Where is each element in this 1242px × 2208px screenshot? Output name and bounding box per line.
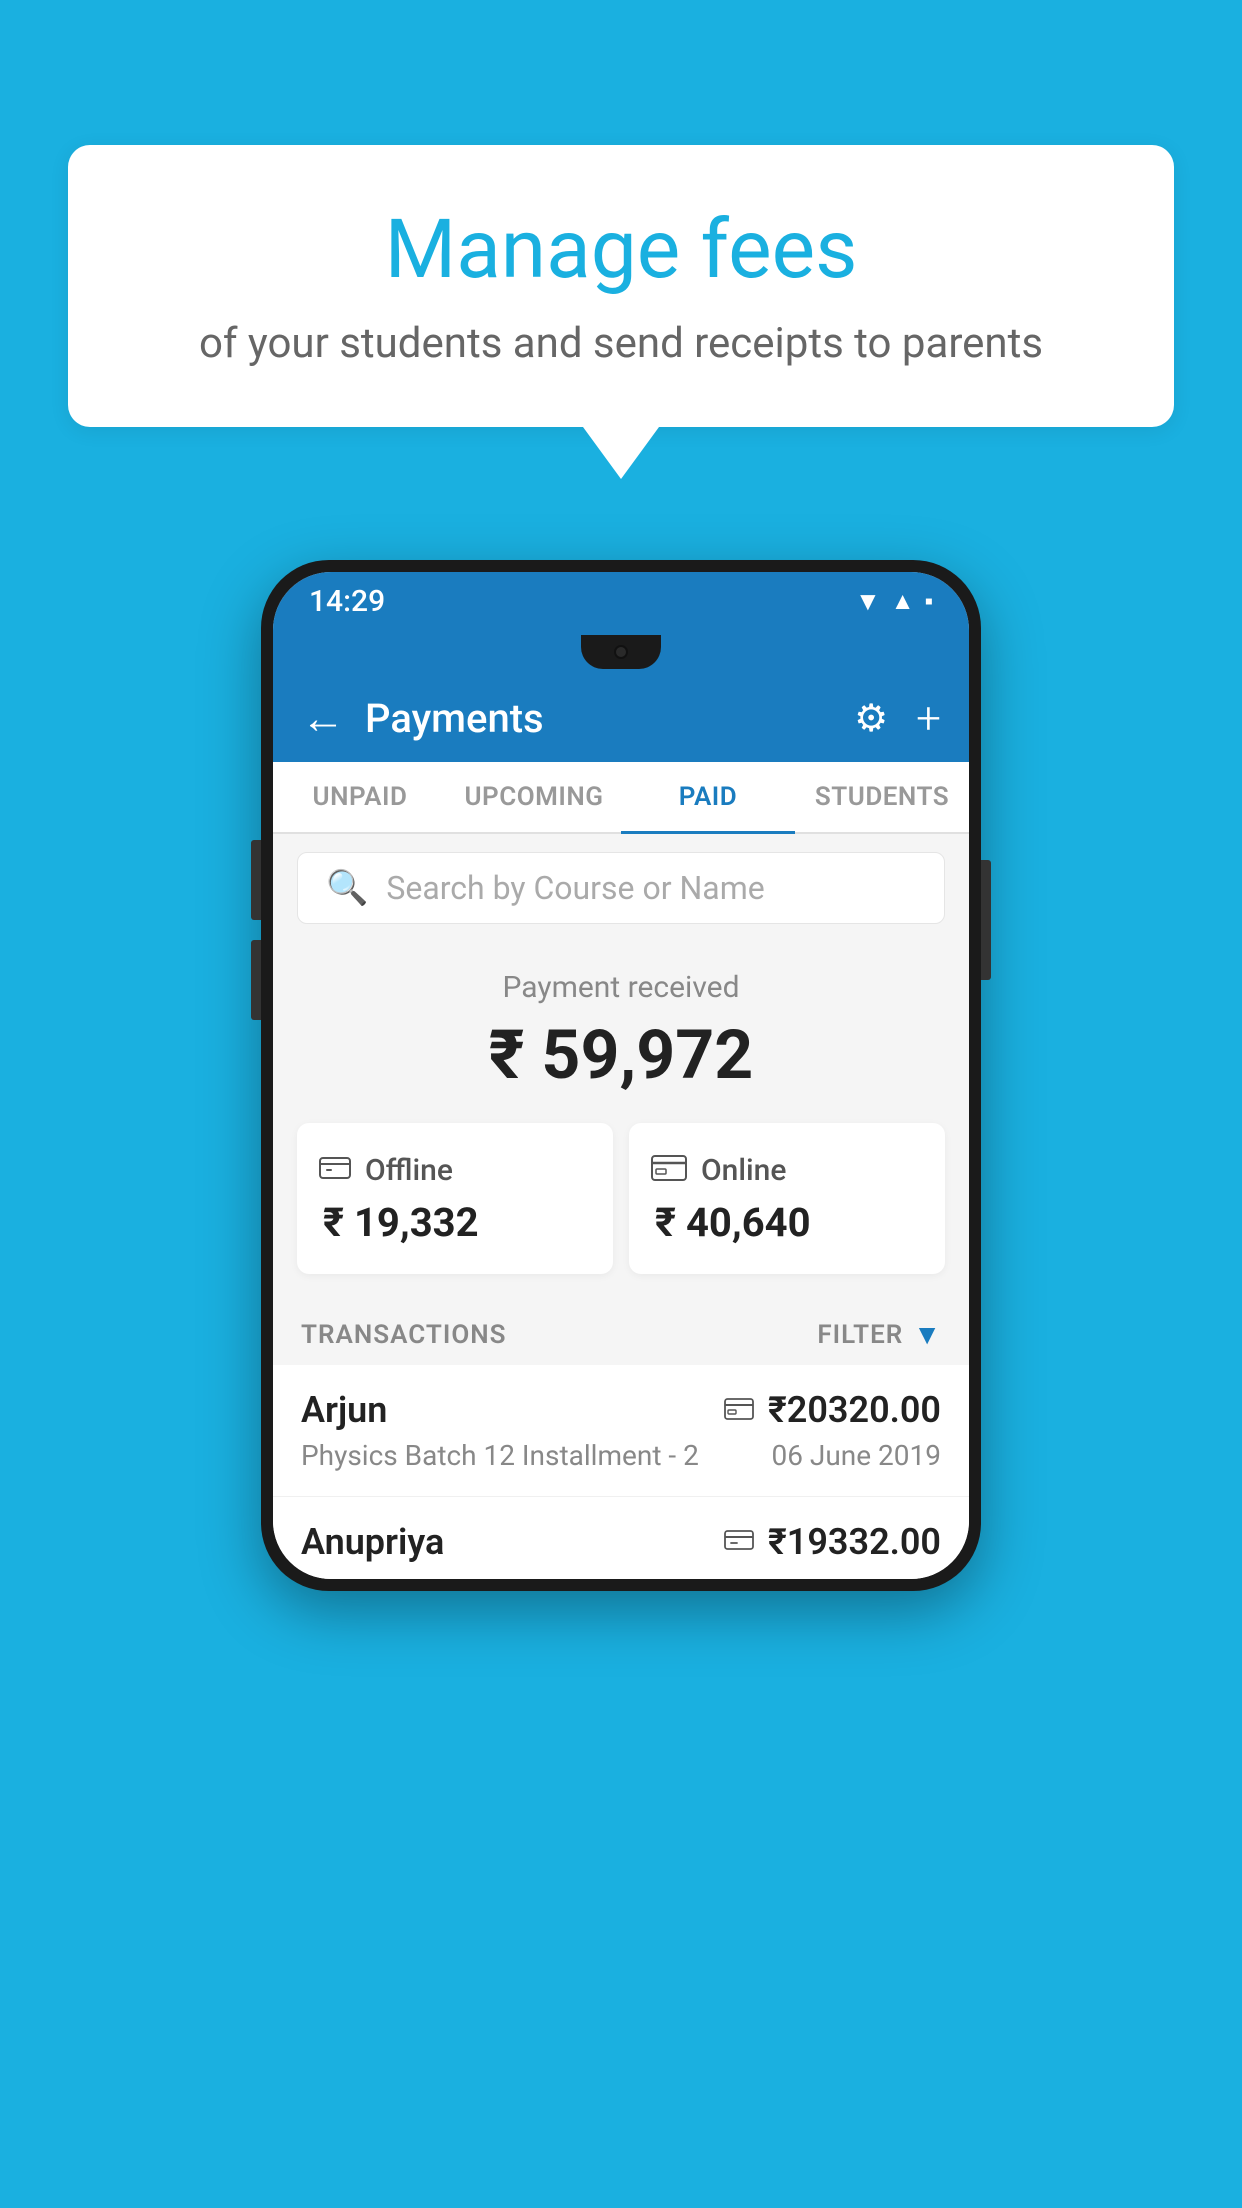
front-camera xyxy=(614,645,628,659)
online-card-header: Online xyxy=(651,1151,923,1189)
transactions-label: TRANSACTIONS xyxy=(301,1320,507,1350)
signal-icon: ▲ xyxy=(891,587,915,616)
table-row[interactable]: Anupriya ₹19332.00 xyxy=(273,1497,969,1579)
transaction-amount: ₹20320.00 xyxy=(768,1389,941,1431)
notch-area xyxy=(273,630,969,674)
wifi-icon: ▼ xyxy=(855,586,881,617)
tabs-bar: UNPAID UPCOMING PAID STUDENTS xyxy=(273,762,969,834)
phone-screen: 14:29 ▼ ▲ ▪ ← Payments ⚙ + xyxy=(273,572,969,1579)
search-container: 🔍 Search by Course or Name xyxy=(273,834,969,942)
online-amount: ₹ 40,640 xyxy=(651,1199,923,1246)
online-payment-icon xyxy=(724,1394,754,1427)
status-bar: 14:29 ▼ ▲ ▪ xyxy=(273,572,969,630)
online-icon xyxy=(651,1151,687,1189)
speech-bubble: Manage fees of your students and send re… xyxy=(68,145,1174,427)
app-header: ← Payments ⚙ + xyxy=(273,674,969,762)
payment-received-label: Payment received xyxy=(297,970,945,1005)
power-button xyxy=(981,860,991,980)
table-row[interactable]: Arjun ₹20320.00 xyxy=(273,1365,969,1497)
transaction-name: Anupriya xyxy=(301,1521,444,1563)
offline-label: Offline xyxy=(365,1153,453,1188)
offline-payment-icon xyxy=(724,1526,754,1559)
transaction-top: Arjun ₹20320.00 xyxy=(301,1389,941,1431)
transaction-amount: ₹19332.00 xyxy=(768,1521,941,1563)
battery-icon: ▪ xyxy=(924,587,933,616)
transactions-list: Arjun ₹20320.00 xyxy=(273,1365,969,1579)
offline-amount: ₹ 19,332 xyxy=(319,1199,591,1246)
settings-button[interactable]: ⚙ xyxy=(854,696,888,741)
back-button[interactable]: ← xyxy=(301,692,345,744)
tab-students[interactable]: STUDENTS xyxy=(795,762,969,832)
online-payment-card: Online ₹ 40,640 xyxy=(629,1123,945,1274)
search-icon: 🔍 xyxy=(326,868,368,908)
header-actions: ⚙ + xyxy=(854,692,941,744)
speech-bubble-title: Manage fees xyxy=(128,205,1114,295)
page-title: Payments xyxy=(365,695,854,742)
status-time: 14:29 xyxy=(309,584,385,619)
payment-cards: Offline ₹ 19,332 xyxy=(297,1123,945,1274)
transactions-header: TRANSACTIONS FILTER ▼ xyxy=(273,1298,969,1365)
status-icons: ▼ ▲ ▪ xyxy=(855,586,933,617)
payment-summary: Payment received ₹ 59,972 xyxy=(273,942,969,1298)
phone-container: 14:29 ▼ ▲ ▪ ← Payments ⚙ + xyxy=(261,560,981,1591)
search-box[interactable]: 🔍 Search by Course or Name xyxy=(297,852,945,924)
speech-bubble-container: Manage fees of your students and send re… xyxy=(68,145,1174,479)
offline-payment-card: Offline ₹ 19,332 xyxy=(297,1123,613,1274)
add-button[interactable]: + xyxy=(916,692,941,744)
filter-button[interactable]: FILTER ▼ xyxy=(817,1318,941,1351)
transaction-bottom: Physics Batch 12 Installment - 2 06 June… xyxy=(301,1439,941,1472)
online-label: Online xyxy=(701,1153,786,1188)
speech-bubble-subtitle: of your students and send receipts to pa… xyxy=(128,317,1114,372)
volume-up-button xyxy=(251,840,261,920)
tab-upcoming[interactable]: UPCOMING xyxy=(447,762,621,832)
transaction-name: Arjun xyxy=(301,1389,387,1431)
filter-icon: ▼ xyxy=(913,1318,941,1351)
transaction-right: ₹19332.00 xyxy=(724,1521,941,1563)
transaction-date: 06 June 2019 xyxy=(771,1439,941,1472)
tab-paid[interactable]: PAID xyxy=(621,762,795,832)
tab-unpaid[interactable]: UNPAID xyxy=(273,762,447,832)
transaction-course: Physics Batch 12 Installment - 2 xyxy=(301,1439,699,1472)
offline-icon xyxy=(319,1151,351,1189)
offline-card-header: Offline xyxy=(319,1151,591,1189)
volume-down-button xyxy=(251,940,261,1020)
transaction-right: ₹20320.00 xyxy=(724,1389,941,1431)
payment-total-amount: ₹ 59,972 xyxy=(297,1015,945,1095)
search-input[interactable]: Search by Course or Name xyxy=(386,869,916,907)
speech-bubble-arrow xyxy=(583,427,659,479)
filter-label: FILTER xyxy=(817,1320,903,1350)
phone-frame: 14:29 ▼ ▲ ▪ ← Payments ⚙ + xyxy=(261,560,981,1591)
notch xyxy=(581,635,661,669)
